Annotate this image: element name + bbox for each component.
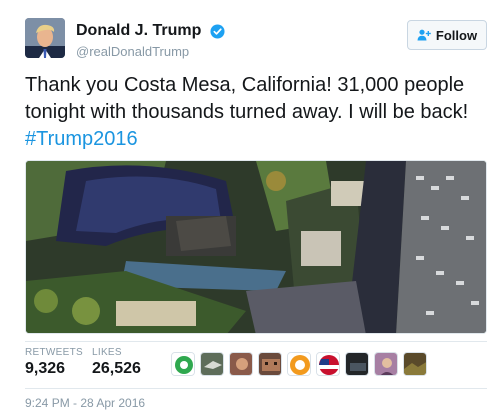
verified-badge-icon [210, 23, 225, 39]
retweets-stat[interactable]: RETWEETS 9,326 [25, 347, 83, 378]
add-person-icon [417, 29, 431, 41]
tweet-photo[interactable] [25, 160, 487, 334]
follow-button[interactable]: Follow [407, 20, 487, 50]
hashtag-link[interactable]: #Trump2016 [25, 128, 138, 150]
stats-divider [25, 341, 487, 342]
likes-label: LIKES [92, 347, 122, 358]
tweet-timestamp[interactable]: 9:24 PM - 28 Apr 2016 [25, 396, 145, 410]
tweet-text: Thank you Costa Mesa, California! 31,000… [25, 72, 487, 153]
tweet-body: Thank you Costa Mesa, California! 31,000… [25, 74, 469, 123]
likes-stat[interactable]: LIKES 26,526 [92, 347, 141, 378]
liker-avatar[interactable] [171, 352, 195, 376]
retweets-count: 9,326 [25, 360, 66, 377]
liker-avatar[interactable] [200, 352, 224, 376]
stats-divider [25, 388, 487, 389]
tweet-header: Donald J. Trump @realDonaldTrump Follow [25, 18, 487, 64]
retweets-label: RETWEETS [25, 347, 83, 358]
likes-count: 26,526 [92, 360, 141, 377]
user-handle[interactable]: @realDonaldTrump [76, 44, 225, 59]
liker-avatar[interactable] [229, 352, 253, 376]
liker-avatar[interactable] [374, 352, 398, 376]
liker-avatar[interactable] [345, 352, 369, 376]
display-name[interactable]: Donald J. Trump [76, 22, 201, 40]
follow-button-label: Follow [435, 27, 478, 43]
liker-avatar[interactable] [287, 352, 311, 376]
liker-avatars [171, 352, 427, 376]
liker-avatar[interactable] [258, 352, 282, 376]
user-avatar[interactable] [25, 18, 65, 58]
aerial-crowd-photo [26, 161, 486, 333]
liker-avatar[interactable] [316, 352, 340, 376]
liker-avatar[interactable] [403, 352, 427, 376]
